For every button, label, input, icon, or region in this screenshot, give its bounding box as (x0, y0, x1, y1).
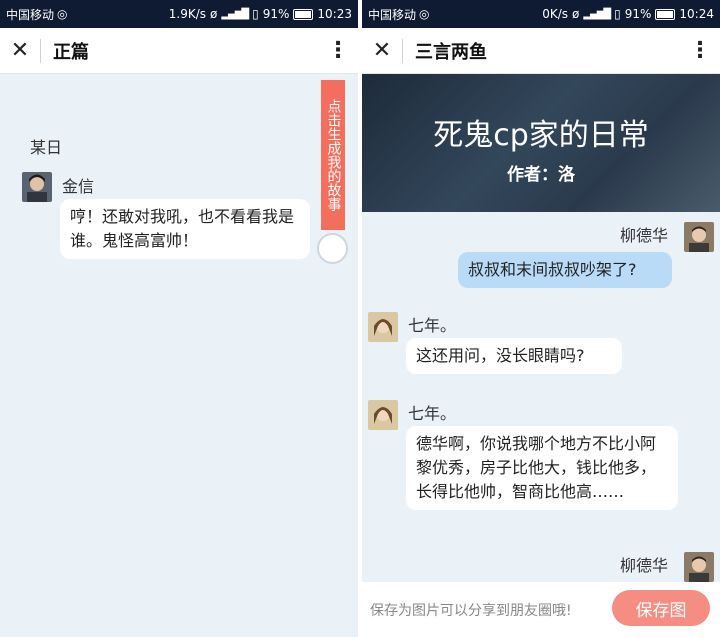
mute-icon: ø (572, 7, 580, 21)
cell-signal-icon: ▂▄▆█ (221, 8, 249, 20)
carrier-label: 中国移动 (368, 7, 417, 22)
story-banner: 死鬼cp家的日常 作者：洛 (362, 74, 720, 212)
save-image-button[interactable]: 保存图 (612, 590, 710, 626)
story-author: 作者：洛 (507, 165, 575, 185)
mute-icon: ø (210, 7, 218, 21)
network-speed: 0K/s (542, 7, 569, 21)
title-bar: ✕ 正篇 ⋮ (0, 28, 358, 74)
speaker-name: 柳德华 (620, 556, 669, 575)
avatar (368, 400, 398, 430)
screenshot-root: 中国移动 ◎ 1.9K/s ø ▂▄▆█ ▯ 91% 10:23 ✕ 正篇 ⋮ … (0, 0, 720, 637)
avatar (684, 552, 714, 582)
network-speed: 1.9K/s (168, 7, 207, 21)
status-bar: 中国移动 ◎ 0K/s ø ▂▄▆█ ▯ 91% 10:24 (362, 0, 720, 28)
right-screen: 中国移动 ◎ 0K/s ø ▂▄▆█ ▯ 91% 10:24 ✕ 三言两鱼 ⋮ … (362, 0, 720, 637)
sim-icon: ▯ (614, 7, 621, 21)
speaker-name: 金信 (62, 177, 95, 196)
signal-icon: ◎ (419, 7, 430, 21)
clock: 10:24 (679, 7, 714, 21)
day-label: 某日 (30, 138, 63, 157)
avatar (22, 172, 52, 202)
speaker-name: 七年。 (408, 316, 457, 335)
save-bar: 保存为图片可以分享到朋友圈哦! 保存图 (362, 582, 720, 637)
speaker-name: 七年。 (408, 404, 457, 423)
close-icon[interactable]: ✕ (362, 28, 402, 74)
title-bar: ✕ 三言两鱼 ⋮ (362, 28, 720, 74)
chat-bubble: 叔叔和末间叔叔吵架了? (458, 252, 672, 288)
clock: 10:23 (317, 7, 352, 21)
generate-story-button[interactable]: 点击生成我的故事 (321, 80, 345, 230)
cell-signal-icon: ▂▄▆█ (583, 8, 611, 20)
avatar (684, 222, 714, 252)
chat-bubble: 这还用问，没长眼睛吗? (406, 338, 622, 374)
generate-circle-icon[interactable] (317, 233, 348, 264)
sim-icon: ▯ (252, 7, 259, 21)
chat-bubble: 哼！还敢对我吼，也不看看我是谁。鬼怪高富帅！ (60, 199, 310, 259)
battery-percent: 91% (262, 7, 290, 21)
battery-percent: 91% (624, 7, 652, 21)
story-title: 死鬼cp家的日常 (433, 118, 649, 153)
status-bar: 中国移动 ◎ 1.9K/s ø ▂▄▆█ ▯ 91% 10:23 (0, 0, 358, 28)
close-icon[interactable]: ✕ (0, 28, 40, 74)
page-title: 三言两鱼 (415, 41, 487, 63)
battery-icon (293, 8, 314, 20)
signal-icon: ◎ (57, 7, 68, 21)
speaker-name: 柳德华 (620, 226, 669, 245)
more-vertical-icon[interactable]: ⋮ (318, 28, 358, 74)
avatar (368, 312, 398, 342)
divider (402, 38, 403, 63)
save-hint: 保存为图片可以分享到朋友圈哦! (370, 602, 572, 619)
chat-bubble: 德华啊，你说我哪个地方不比小阿黎优秀，房子比他大，钱比他多，长得比他帅，智商比他… (406, 426, 678, 510)
battery-icon (655, 8, 676, 20)
divider (40, 38, 41, 63)
carrier-label: 中国移动 (6, 7, 55, 22)
page-title: 正篇 (53, 41, 89, 63)
more-vertical-icon[interactable]: ⋮ (680, 28, 720, 74)
left-screen: 中国移动 ◎ 1.9K/s ø ▂▄▆█ ▯ 91% 10:23 ✕ 正篇 ⋮ … (0, 0, 358, 637)
